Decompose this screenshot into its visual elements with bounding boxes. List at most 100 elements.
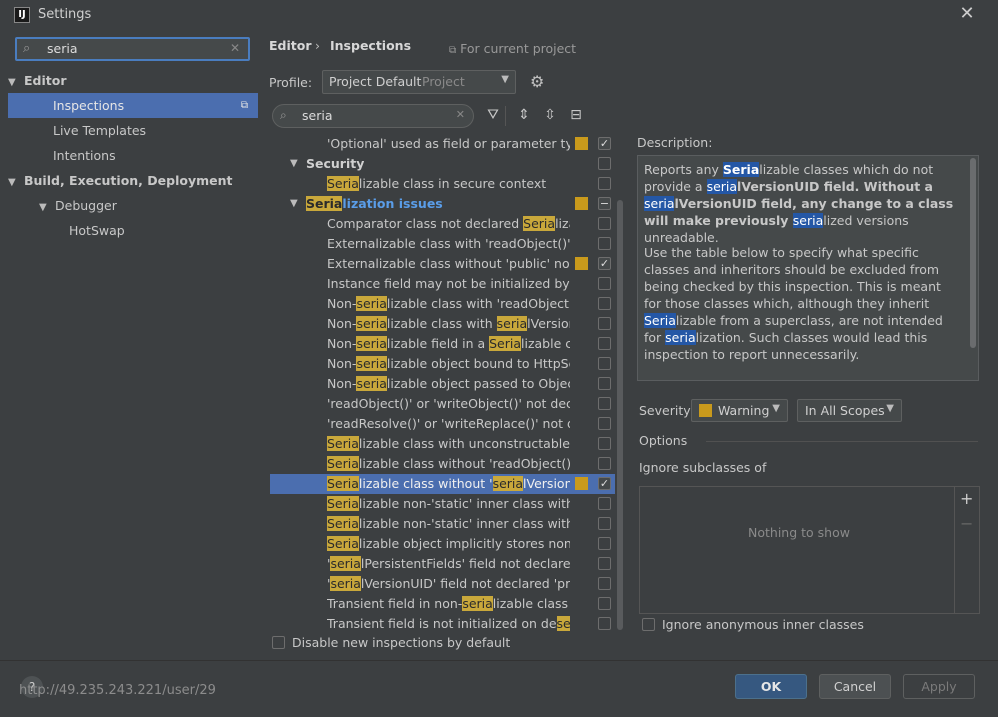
inspection-row[interactable]: Externalizable class without 'public' no… — [270, 254, 615, 274]
inspection-label: Comparator class not declared Serializab… — [327, 214, 570, 234]
inspection-row[interactable]: 'serialVersionUID' field not declared 'p… — [270, 574, 615, 594]
inspection-checkbox[interactable] — [598, 377, 611, 390]
inspection-row[interactable]: 'readResolve()' or 'writeReplace()' not … — [270, 414, 615, 434]
description-text: Reports any — [644, 162, 723, 177]
inspection-checkbox[interactable] — [598, 457, 611, 470]
expand-arrow-icon[interactable]: ▼ — [290, 194, 302, 214]
inspection-row[interactable]: Serializable non-'static' inner class wi… — [270, 514, 615, 534]
inspection-row[interactable]: Comparator class not declared Serializab… — [270, 214, 615, 234]
inspection-checkbox[interactable] — [598, 277, 611, 290]
label-text: 'readResolve()' or 'writeReplace()' not … — [327, 416, 570, 431]
inspection-row[interactable]: Serializable class without 'serialVersio… — [270, 474, 615, 494]
inspection-checkbox[interactable]: ✓ — [598, 257, 611, 270]
inspection-row[interactable]: 'Optional' used as field or parameter ty… — [270, 134, 615, 154]
severity-swatch — [575, 197, 588, 210]
inspection-checkbox[interactable] — [598, 577, 611, 590]
inspection-row[interactable]: Serializable class in secure context — [270, 174, 615, 194]
label-text: Non- — [327, 336, 357, 351]
severity-swatch — [575, 477, 588, 490]
inspection-row[interactable]: ▼ Serialization issues − — [270, 194, 615, 214]
inspections-list[interactable]: 'Optional' used as field or parameter ty… — [270, 134, 625, 634]
inspection-label: Externalizable class without 'public' no… — [327, 254, 570, 274]
search-highlight: Seria — [722, 162, 760, 177]
inspection-checkbox[interactable]: − — [598, 197, 611, 210]
inspection-checkbox[interactable] — [598, 177, 611, 190]
inspection-row[interactable]: Serializable class with unconstructable … — [270, 434, 615, 454]
expand-arrow-icon[interactable]: ▼ — [8, 170, 20, 195]
inspection-checkbox[interactable] — [598, 597, 611, 610]
inspection-checkbox[interactable] — [598, 497, 611, 510]
inspection-checkbox[interactable]: ✓ — [598, 137, 611, 150]
profile-dropdown[interactable]: Project Default Project ▼ — [322, 70, 516, 94]
inspection-row[interactable]: Non-serializable object bound to HttpSes… — [270, 354, 615, 374]
tree-item[interactable]: HotSwap — [8, 218, 258, 243]
expand-arrow-icon[interactable]: ▼ — [290, 154, 302, 174]
inspection-row[interactable]: Serializable class without 'readObject()… — [270, 454, 615, 474]
inspection-checkbox[interactable] — [598, 537, 611, 550]
inspections-scrollbar[interactable] — [617, 200, 623, 630]
tree-item[interactable]: ▼ Debugger — [8, 193, 258, 218]
apply-button[interactable]: Apply — [903, 674, 975, 699]
inspection-row[interactable]: Serializable object implicitly stores no… — [270, 534, 615, 554]
breadcrumb-editor[interactable]: Editor — [269, 38, 312, 53]
inspection-checkbox[interactable] — [598, 217, 611, 230]
disable-new-checkbox[interactable] — [272, 636, 285, 649]
inspection-row[interactable]: 'serialPersistentFields' field not decla… — [270, 554, 615, 574]
scope-dropdown[interactable]: In All Scopes ▼ — [797, 399, 902, 422]
inspection-row[interactable]: Instance field may not be initialized by… — [270, 274, 615, 294]
collapse-all-icon[interactable]: ⇳ — [541, 107, 559, 123]
inspection-checkbox[interactable] — [598, 297, 611, 310]
inspection-checkbox[interactable] — [598, 417, 611, 430]
expand-all-icon[interactable]: ⇕ — [515, 107, 533, 123]
inspection-checkbox[interactable] — [598, 157, 611, 170]
tree-item[interactable]: Live Templates — [8, 118, 258, 143]
expand-arrow-icon[interactable]: ▼ — [39, 195, 51, 220]
inspection-checkbox[interactable] — [598, 337, 611, 350]
clear-search-icon[interactable]: ✕ — [230, 41, 240, 55]
inspection-checkbox[interactable] — [598, 517, 611, 530]
tree-item[interactable]: Intentions — [8, 143, 258, 168]
description-scrollbar[interactable] — [970, 158, 976, 348]
inspection-checkbox[interactable] — [598, 397, 611, 410]
inspection-checkbox[interactable]: ✓ — [598, 477, 611, 490]
inspection-label: 'serialPersistentFields' field not decla… — [327, 554, 570, 574]
close-icon[interactable]: ✕ — [956, 3, 978, 25]
inspection-checkbox[interactable] — [598, 237, 611, 250]
inspection-checkbox[interactable] — [598, 437, 611, 450]
remove-icon[interactable]: − — [960, 514, 973, 533]
filter-icon[interactable]: ⛛ — [484, 107, 502, 123]
inspection-checkbox[interactable] — [598, 317, 611, 330]
label-text: Non- — [327, 376, 357, 391]
inspection-row[interactable]: Externalizable class with 'readObject()'… — [270, 234, 615, 254]
tree-item[interactable]: Inspections ⧉ — [8, 93, 258, 118]
ignore-anonymous-checkbox[interactable] — [642, 618, 655, 631]
tree-item[interactable]: ▼ Build, Execution, Deployment — [8, 168, 258, 193]
expand-arrow-icon[interactable]: ▼ — [8, 70, 20, 95]
inspection-search-input[interactable]: ⌕ seria ✕ — [272, 104, 474, 128]
inspection-checkbox[interactable] — [598, 557, 611, 570]
inspection-row[interactable]: Transient field in non-serializable clas… — [270, 594, 615, 614]
ignore-subclasses-table[interactable] — [639, 486, 955, 614]
inspection-row[interactable]: ▼ Security — [270, 154, 615, 174]
severity-dropdown[interactable]: Warning ▼ — [691, 399, 788, 422]
inspection-row[interactable]: Transient field is not initialized on de… — [270, 614, 615, 634]
inspection-row[interactable]: Non-serializable object passed to Object… — [270, 374, 615, 394]
copy-icon: ⧉ — [240, 100, 248, 111]
clear-search-icon[interactable]: ✕ — [456, 108, 465, 121]
settings-search-input[interactable]: ⌕ seria ✕ — [15, 37, 250, 61]
search-highlight: Seria — [523, 216, 556, 231]
inspection-row[interactable]: Serializable non-'static' inner class wi… — [270, 494, 615, 514]
inspection-row[interactable]: Non-serializable class with 'readObject(… — [270, 294, 615, 314]
inspection-row[interactable]: Non-serializable field in a Serializable… — [270, 334, 615, 354]
inspection-row[interactable]: 'readObject()' or 'writeObject()' not de… — [270, 394, 615, 414]
cancel-button[interactable]: Cancel — [819, 674, 891, 699]
reset-icon[interactable]: ⊟ — [567, 107, 585, 123]
label-text: Non- — [327, 296, 357, 311]
inspection-row[interactable]: Non-serializable class with serialVersio… — [270, 314, 615, 334]
inspection-checkbox[interactable] — [598, 357, 611, 370]
gear-icon[interactable]: ⚙ — [530, 72, 544, 91]
inspection-checkbox[interactable] — [598, 617, 611, 630]
add-icon[interactable]: + — [960, 489, 973, 508]
tree-item[interactable]: ▼ Editor — [8, 68, 258, 93]
ok-button[interactable]: OK — [735, 674, 807, 699]
